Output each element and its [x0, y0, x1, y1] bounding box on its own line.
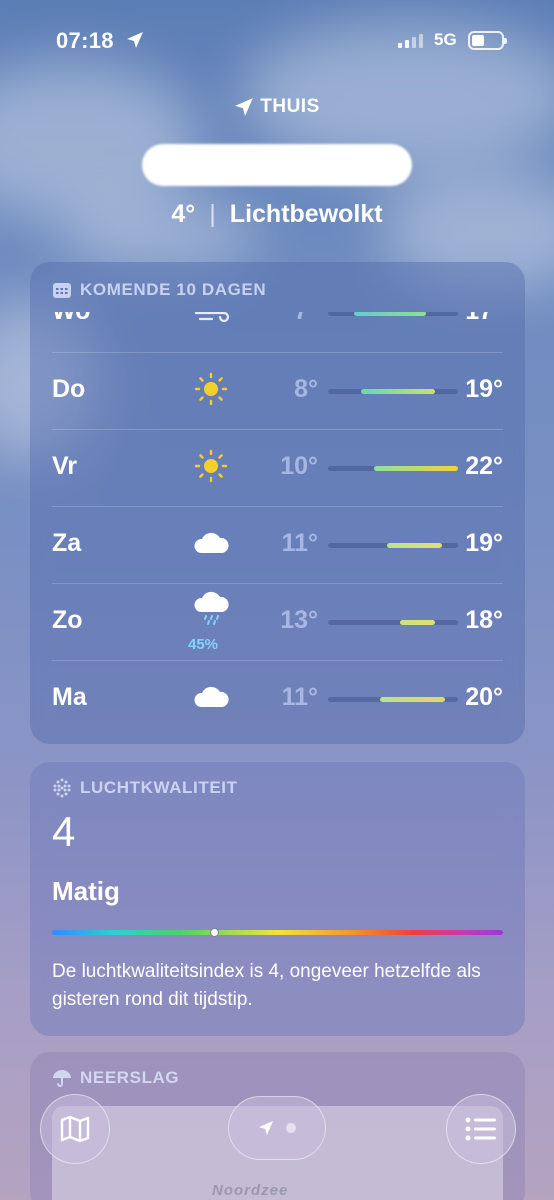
cloud-icon	[194, 532, 229, 553]
low-temp: 10°	[280, 452, 318, 480]
low-temp: 11°	[281, 683, 318, 711]
day-label: Za	[52, 529, 82, 557]
temp-range-fill	[399, 620, 435, 625]
location-header: THUIS 4° | Lichtbewolkt	[0, 96, 554, 229]
forecast-title: KOMENDE 10 DAGEN	[52, 280, 266, 300]
cloud-icon	[194, 686, 229, 707]
current-condition: Lichtbewolkt	[229, 200, 383, 228]
forecast-row[interactable]: Vr 10° 22°	[52, 429, 503, 506]
current-location-label: THUIS	[234, 96, 320, 118]
precipitation-title: NEERSLAG	[52, 1068, 179, 1088]
air-quality-level: Matig	[52, 876, 120, 906]
map-label: Noordzee	[212, 1182, 289, 1199]
temp-range-fill	[354, 312, 426, 316]
temp-range-fill	[386, 543, 443, 548]
map-icon	[60, 1115, 90, 1143]
sun-icon	[194, 372, 228, 406]
forecast-title-text: KOMENDE 10 DAGEN	[80, 280, 267, 299]
network-type: 5G	[434, 30, 457, 49]
temp-range-fill	[380, 697, 445, 702]
status-time: 07:18	[56, 28, 114, 53]
redacted-city-name	[142, 144, 412, 186]
day-label: Wo	[52, 312, 90, 326]
location-arrow-icon	[258, 1120, 274, 1136]
page-indicator[interactable]	[228, 1096, 326, 1160]
sun-icon	[194, 449, 228, 483]
temp-range-fill	[373, 466, 458, 471]
forecast-row[interactable]: Do 8° 19°	[52, 352, 503, 429]
air-quality-indicator	[209, 928, 219, 937]
precipitation-title-text: NEERSLAG	[80, 1068, 180, 1087]
battery-icon	[468, 31, 507, 50]
list-icon	[465, 1117, 496, 1141]
low-temp: 11°	[281, 529, 318, 557]
location-arrow-icon	[235, 98, 254, 116]
forecast-row[interactable]: Zo 45% 13° 18°	[52, 583, 503, 660]
day-label: Do	[52, 375, 86, 403]
high-temp: 18°	[465, 606, 503, 634]
air-quality-description: De luchtkwaliteitsindex is 4, ongeveer h…	[52, 961, 481, 1010]
wind-icon	[194, 312, 230, 323]
forecast-row[interactable]: Wo 7° 17°	[52, 312, 503, 352]
temp-range-bar	[328, 466, 458, 471]
low-temp: 7°	[242, 312, 318, 326]
forecast-row[interactable]: Za 11° 19°	[52, 506, 503, 583]
high-temp: 19°	[465, 529, 503, 557]
ten-day-forecast-card[interactable]: KOMENDE 10 DAGEN Wo 7° 17° Do 8°	[30, 262, 525, 744]
precipitation-chance: 45%	[188, 636, 219, 653]
temp-range-bar	[328, 543, 458, 548]
current-temperature: 4°	[171, 200, 196, 228]
temp-range-bar	[328, 697, 458, 702]
location-list-button[interactable]	[446, 1094, 516, 1164]
forecast-rows[interactable]: Wo 7° 17° Do 8° 19° Vr	[30, 312, 525, 740]
separator: |	[209, 200, 216, 228]
air-quality-title: LUCHTKWALITEIT	[52, 778, 238, 798]
air-quality-title-text: LUCHTKWALITEIT	[80, 778, 238, 797]
air-quality-scale	[52, 930, 503, 935]
high-temp: 20°	[465, 683, 503, 711]
day-label: Vr	[52, 452, 78, 480]
status-bar: 07:18 5G	[0, 0, 554, 80]
current-conditions: 4° | Lichtbewolkt	[0, 200, 554, 229]
cellular-signal-icon	[398, 32, 423, 48]
umbrella-icon	[53, 1070, 71, 1087]
map-button[interactable]	[40, 1094, 110, 1164]
low-temp: 13°	[280, 606, 318, 634]
air-quality-icon	[53, 778, 71, 798]
day-label: Zo	[52, 606, 83, 634]
air-quality-card[interactable]: LUCHTKWALITEIT 4 Matig De luchtkwaliteit…	[30, 762, 525, 1036]
high-temp: 17°	[465, 312, 503, 326]
rain-cloud-icon	[194, 591, 229, 625]
temp-range-bar	[328, 620, 458, 625]
high-temp: 22°	[465, 452, 503, 480]
high-temp: 19°	[465, 375, 503, 403]
location-arrow-icon	[127, 32, 143, 48]
calendar-icon	[53, 283, 71, 298]
temp-range-bar	[328, 312, 458, 316]
location-label-text: THUIS	[260, 96, 320, 117]
temp-range-bar	[328, 389, 458, 394]
page-dot	[286, 1123, 296, 1133]
temp-range-fill	[360, 389, 435, 394]
forecast-row[interactable]: Ma 11° 20°	[52, 660, 503, 737]
low-temp: 8°	[294, 375, 318, 403]
day-label: Ma	[52, 683, 87, 711]
air-quality-index: 4	[52, 808, 76, 855]
